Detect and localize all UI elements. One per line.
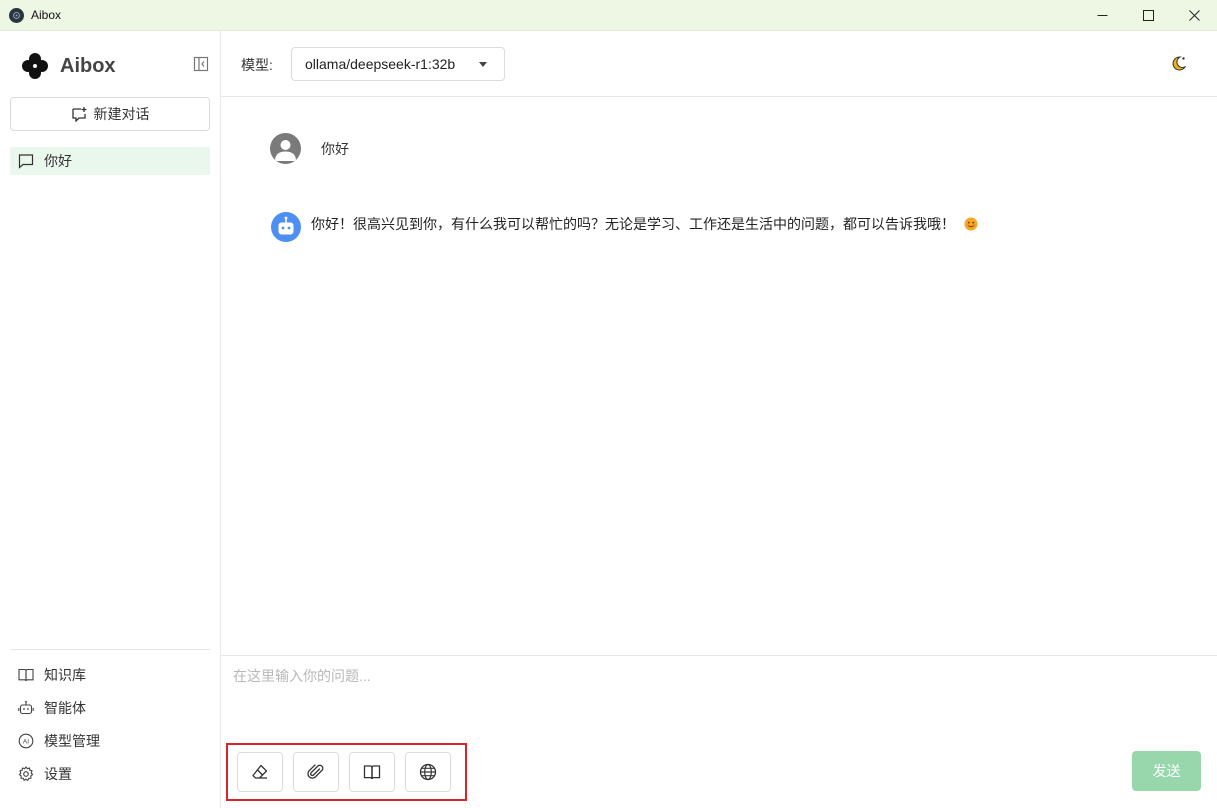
web-search-button[interactable]: [405, 752, 451, 792]
sidebar-item-label: 智能体: [44, 699, 86, 716]
eraser-icon: [252, 764, 268, 779]
brand: Aibox: [21, 52, 116, 80]
new-chat-icon: [71, 107, 86, 122]
conversation-item[interactable]: 你好: [10, 147, 210, 175]
logo-icon: [22, 53, 48, 79]
maximize-icon: [1142, 10, 1154, 21]
gear-icon: [18, 765, 34, 781]
theme-toggle-icon[interactable]: [1168, 54, 1188, 74]
message-list: 你好 你好！很高兴见到你，有什么我可以帮忙的吗？无论是学习、工作还是生活中的问题…: [221, 97, 1217, 655]
paperclip-icon: [307, 764, 324, 779]
main-panel: 模型: ollama/deepseek-r1:32b 你好 你好！很高兴见到你，…: [221, 31, 1217, 808]
question-input[interactable]: [233, 666, 1203, 736]
user-message: 你好: [270, 133, 349, 164]
title-bar: Aibox: [0, 0, 1217, 31]
clear-button[interactable]: [237, 752, 283, 792]
knowledge-base-button[interactable]: [349, 752, 395, 792]
sidebar-collapse-icon[interactable]: [193, 56, 209, 72]
top-bar: 模型: ollama/deepseek-r1:32b: [221, 31, 1217, 97]
close-button[interactable]: [1171, 0, 1217, 31]
assistant-message-text: 你好！很高兴见到你，有什么我可以帮忙的吗？无论是学习、工作还是生活中的问题，都可…: [311, 216, 955, 232]
new-chat-button[interactable]: 新建对话: [10, 97, 210, 131]
sidebar-item-label: 模型管理: [44, 732, 100, 749]
composer-toolbar: [226, 743, 467, 801]
composer: 发送: [221, 655, 1217, 808]
send-button[interactable]: 发送: [1132, 751, 1201, 791]
minimize-button[interactable]: [1079, 0, 1125, 31]
book-icon: [363, 765, 381, 780]
maximize-button[interactable]: [1125, 0, 1171, 31]
ai-icon: AI: [18, 733, 34, 748]
sidebar: Aibox 新建对话 你好 知识库 智能体 AI 模型管理 设置: [0, 31, 221, 808]
user-avatar-icon: [270, 133, 301, 164]
conversation-label: 你好: [44, 153, 72, 169]
minimize-icon: [1097, 15, 1107, 16]
bot-avatar-icon: [271, 212, 301, 242]
app-icon: [9, 7, 24, 23]
caret-down-icon: [479, 62, 487, 67]
assistant-message-body: 你好！很高兴见到你，有什么我可以帮忙的吗？无论是学习、工作还是生活中的问题，都可…: [311, 214, 978, 234]
robot-icon: [18, 700, 34, 714]
sidebar-item-label: 设置: [44, 765, 72, 782]
sidebar-menu: 知识库 智能体 AI 模型管理 设置: [10, 658, 210, 790]
assistant-message: 你好！很高兴见到你，有什么我可以帮忙的吗？无论是学习、工作还是生活中的问题，都可…: [271, 212, 978, 242]
attach-file-button[interactable]: [293, 752, 339, 792]
globe-icon: [419, 763, 437, 781]
sidebar-item-label: 知识库: [44, 666, 86, 683]
window-title: Aibox: [31, 8, 62, 22]
user-message-text: 你好: [321, 140, 349, 157]
book-icon: [18, 668, 34, 681]
sidebar-divider: [10, 649, 210, 650]
window-controls: [1079, 0, 1217, 31]
sidebar-item-model-management[interactable]: AI 模型管理: [10, 724, 210, 757]
sidebar-item-agents[interactable]: 智能体: [10, 691, 210, 724]
new-chat-label: 新建对话: [93, 106, 150, 122]
model-select-value: ollama/deepseek-r1:32b: [305, 56, 456, 72]
sidebar-item-settings[interactable]: 设置: [10, 757, 210, 790]
smile-emoji-icon: [964, 217, 978, 231]
sidebar-item-knowledge-base[interactable]: 知识库: [10, 658, 210, 691]
brand-name: Aibox: [60, 54, 116, 77]
chat-bubble-icon: [18, 154, 34, 169]
close-icon: [1188, 10, 1200, 21]
model-select[interactable]: ollama/deepseek-r1:32b: [291, 47, 505, 81]
svg-text:AI: AI: [23, 738, 29, 745]
model-label: 模型:: [241, 57, 273, 73]
